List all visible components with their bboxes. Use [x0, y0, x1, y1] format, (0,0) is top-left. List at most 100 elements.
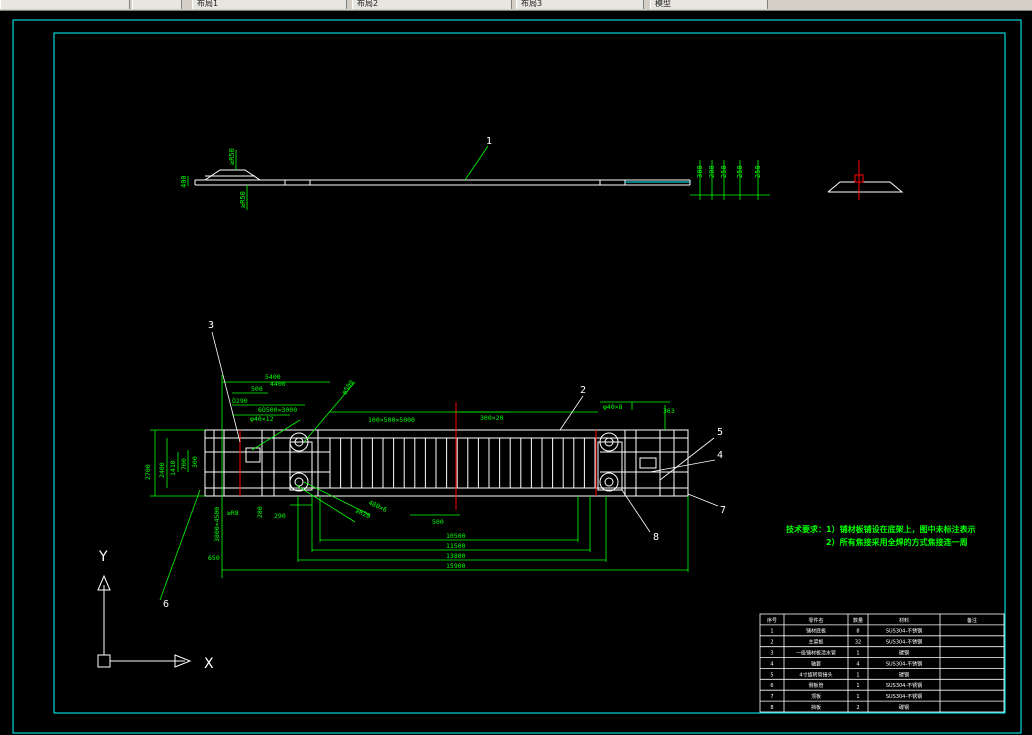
dim-363: 363 — [663, 407, 675, 415]
ucs-icon — [97, 574, 192, 668]
bom-cell: 3 — [770, 651, 773, 657]
notes-line-2: 2）所有焦接采用全焊的方式焦接连一周 — [826, 537, 968, 547]
dim-6x500: 6Ò500=3000 — [258, 405, 297, 414]
dim-15900: 15900 — [446, 562, 466, 570]
bom-cell: 铺材底板 — [806, 628, 826, 635]
bom-cell: 32 — [855, 640, 861, 646]
bom-cell: SUS304-不锈钢 — [886, 693, 922, 700]
layer-icons[interactable] — [132, 0, 182, 9]
side-elevation-dim-text: 400 ≥R50 ≥R50 300 200 250 250 250 — [180, 148, 762, 208]
side-elevation-dimensions — [187, 145, 770, 210]
bom-cell: 4 — [856, 661, 859, 667]
dim-3800x4500: 3800×4500 — [213, 507, 221, 542]
dim-side-300: 300 — [696, 165, 704, 178]
notes-line-1: 1）铺材板铺设在底架上，图中未标注表示 — [826, 524, 976, 534]
bom-cell: 2 — [770, 640, 773, 646]
bom-cell: 顶板 — [811, 693, 821, 700]
dim-side-250a: 250 — [720, 165, 728, 178]
bom-cell: 8 — [856, 629, 859, 635]
balloon-2: 2 — [580, 385, 586, 396]
bom-cell: 碳钢 — [899, 704, 909, 711]
side-elevation-view — [194, 160, 904, 200]
plan-ribs — [213, 430, 675, 496]
dim-side-250b: 250 — [736, 165, 744, 178]
bom-cell: 1 — [856, 683, 859, 689]
balloon-leaders — [211, 331, 719, 533]
bom-cell: 7 — [770, 694, 773, 700]
bom-cell: 碳钢 — [899, 671, 909, 678]
balloon-5: 5 — [717, 427, 723, 438]
tab-bar-spacer — [0, 0, 130, 9]
dim-2700: 2700 — [144, 464, 152, 480]
notes-title: 技术要求： — [786, 524, 826, 534]
balloon-8: 8 — [653, 532, 659, 543]
bom-text: 序号 零件名 数量 材料 备注1 铺材底板 8 SUS304-不锈钢2 主梁板 32 SUS304-… — [767, 617, 977, 711]
balloon-7: 7 — [720, 505, 726, 516]
balloon-4: 4 — [717, 450, 723, 461]
dim-290: 290 — [274, 512, 286, 520]
bom-cell: 6 — [770, 683, 773, 689]
dim-500b: 500 — [432, 518, 444, 526]
ucs-y-label: Y — [98, 549, 108, 565]
bom-cell: SUS304-不锈钢 — [886, 639, 922, 646]
dim-1410: 1410 — [169, 460, 177, 476]
bom-cell: 1 — [856, 694, 859, 700]
balloon-6: 6 — [163, 599, 169, 610]
dim-10500: 10500 — [446, 532, 466, 540]
balloon-3: 3 — [208, 320, 214, 331]
dim-280: 280 — [256, 506, 264, 518]
dim-r290: Ò290 — [232, 396, 248, 405]
part-balloons: 1 2 3 4 5 6 7 8 — [163, 136, 726, 610]
bom-header-cell: 序号 — [767, 617, 777, 624]
dim-300x20: 300×20 — [480, 414, 504, 422]
bom-cell: 8 — [770, 705, 773, 711]
dim-phi500: φ500 — [340, 379, 356, 396]
bom-cell: 挡板 — [811, 704, 821, 711]
bom-cell: 4寸旋转管接头 — [799, 671, 832, 678]
bom-cell: 轴套 — [811, 660, 821, 667]
tab-layout-1[interactable]: 布局1 — [192, 0, 347, 9]
bom-cell: 5 — [770, 672, 773, 678]
drawing-frame — [12, 19, 1022, 734]
dim-2400: 2400 — [158, 462, 166, 478]
dim-11500: 11500 — [446, 542, 466, 550]
dim-side-250c: 250 — [754, 165, 762, 178]
plan-centerlines — [239, 402, 597, 510]
tab-layout-3[interactable]: 布局3 — [516, 0, 644, 9]
cad-drawing-canvas[interactable]: 400 ≥R50 ≥R50 300 200 250 250 250 5400 4… — [0, 10, 1032, 735]
bom-header-cell: 零件名 — [808, 617, 823, 624]
tab-model[interactable]: 模型 — [650, 0, 768, 9]
bom-cell: 一级铺材板清水管 — [796, 650, 836, 657]
bom-cell: 1 — [856, 672, 859, 678]
bom-cell: 主梁板 — [808, 639, 823, 646]
dim-phi40x12: φ40×12 — [250, 415, 274, 423]
bom-cell: 侧板管 — [808, 682, 823, 689]
bom-cell: 2 — [856, 705, 859, 711]
dim-4400: 4400 — [270, 380, 286, 388]
bom-cell: 4 — [770, 661, 773, 667]
dim-side-200: 200 — [708, 165, 716, 178]
dim-100x500: 100×500=5000 — [368, 416, 415, 424]
dim-phi40x8: φ40×8 — [603, 403, 623, 411]
dim-13800: 13800 — [446, 552, 466, 560]
ucs-x-label: X — [204, 656, 214, 672]
bom-cell: SUS304-不锈钢 — [886, 682, 922, 689]
dim-300: 300 — [191, 456, 199, 468]
dim-650: 650 — [208, 554, 220, 562]
dim-side-r50b: ≥R50 — [239, 191, 247, 208]
dim-side-r50a: 400 — [180, 175, 188, 188]
bom-header-cell: 材料 — [899, 617, 909, 624]
bom-cell: SUS304-不锈钢 — [886, 628, 922, 635]
bom-header-cell: 备注 — [967, 617, 977, 624]
bom-cell: 1 — [770, 629, 773, 635]
dim-side-400: ≥R50 — [228, 148, 236, 165]
technical-notes: 技术要求： 1）铺材板铺设在底架上，图中未标注表示 2）所有焦接采用全焊的方式焦… — [786, 524, 976, 547]
bom-header-cell: 数量 — [853, 617, 863, 624]
tab-layout-2[interactable]: 布局2 — [352, 0, 512, 9]
bom-cell: SUS304-不锈钢 — [886, 660, 922, 667]
balloon-1: 1 — [486, 136, 492, 147]
dim-700: 700 — [180, 458, 188, 470]
dim-r8: ≥R8 — [227, 509, 239, 517]
dim-r20: ≥R20 — [354, 507, 372, 521]
bom-cell: 碳钢 — [899, 650, 909, 657]
